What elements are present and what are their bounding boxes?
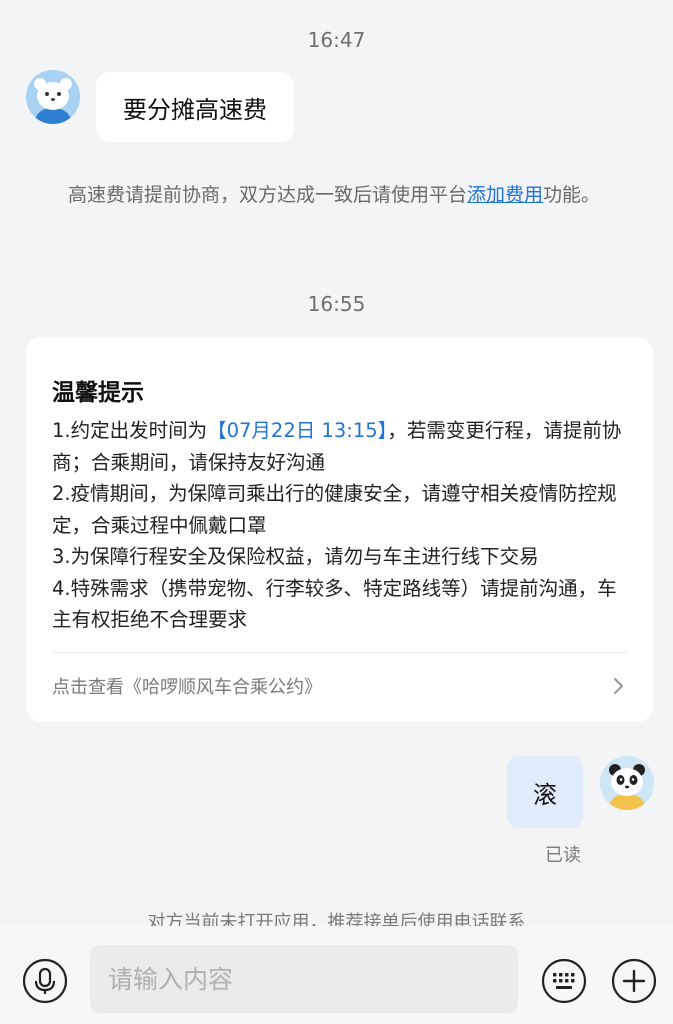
departure-time: 【07月22日 13:15】: [207, 419, 388, 442]
chat-screen: 16:47 要分摊高速费 高速费请提前协商，双方达成一致后请使用平台添加费用功能…: [0, 0, 673, 1024]
notice-item: 4.特殊需求（携带宠物、行李较多、特定路线等）请提前沟通，车主有权拒绝不合理要求: [52, 576, 617, 632]
contact-hint: 对方当前未打开应用，推荐接单后使用电话联系: [147, 912, 526, 928]
notice-item: 1.约定出发时间为【07月22日 13:15】，若需变更行程，请提前协商；合乘期…: [52, 415, 636, 478]
read-status: 已读: [545, 845, 581, 866]
system-note: 高速费请提前协商，双方达成一致后请使用平台添加费用功能。: [68, 180, 628, 210]
outgoing-message-bubble[interactable]: 滚: [507, 756, 583, 828]
plus-icon[interactable]: [611, 958, 657, 1004]
contact-avatar[interactable]: [26, 70, 80, 124]
user-avatar[interactable]: [600, 756, 654, 810]
incoming-message-bubble[interactable]: 要分摊高速费: [96, 72, 294, 142]
keyboard-icon[interactable]: [541, 958, 587, 1004]
notice-card-body: 1.约定出发时间为【07月22日 13:15】，若需变更行程，请提前协商；合乘期…: [52, 415, 636, 636]
incoming-message-text: 要分摊高速费: [123, 95, 267, 124]
timestamp: 16:55: [307, 292, 366, 316]
notice-item-text: 1.约定出发时间为: [52, 419, 208, 442]
system-note-suffix: 功能。: [543, 184, 601, 206]
message-input[interactable]: [90, 945, 518, 1013]
notice-card: 温馨提示 1.约定出发时间为【07月22日 13:15】，若需变更行程，请提前协…: [26, 337, 653, 722]
bear-avatar-icon: [26, 70, 80, 124]
input-bar: [0, 926, 673, 1024]
notice-item: 2.疫情期间，为保障司乘出行的健康安全，请遵守相关疫情防控规定，合乘过程中佩戴口…: [52, 482, 617, 537]
panda-avatar-icon: [600, 756, 654, 810]
outgoing-message-text: 滚: [533, 780, 557, 809]
add-fee-link[interactable]: 添加费用: [467, 184, 543, 206]
microphone-icon[interactable]: [22, 958, 68, 1004]
timestamp: 16:47: [307, 28, 366, 52]
notice-item: 3.为保障行程安全及保险权益，请勿与车主进行线下交易: [52, 545, 539, 568]
system-note-text: 高速费请提前协商，双方达成一致后请使用平台: [68, 184, 468, 206]
divider: [52, 652, 627, 653]
carpool-rules-link[interactable]: 点击查看《哈啰顺风车合乘公约》: [52, 673, 322, 699]
notice-card-title: 温馨提示: [52, 380, 144, 406]
chevron-right-icon[interactable]: [609, 674, 629, 698]
